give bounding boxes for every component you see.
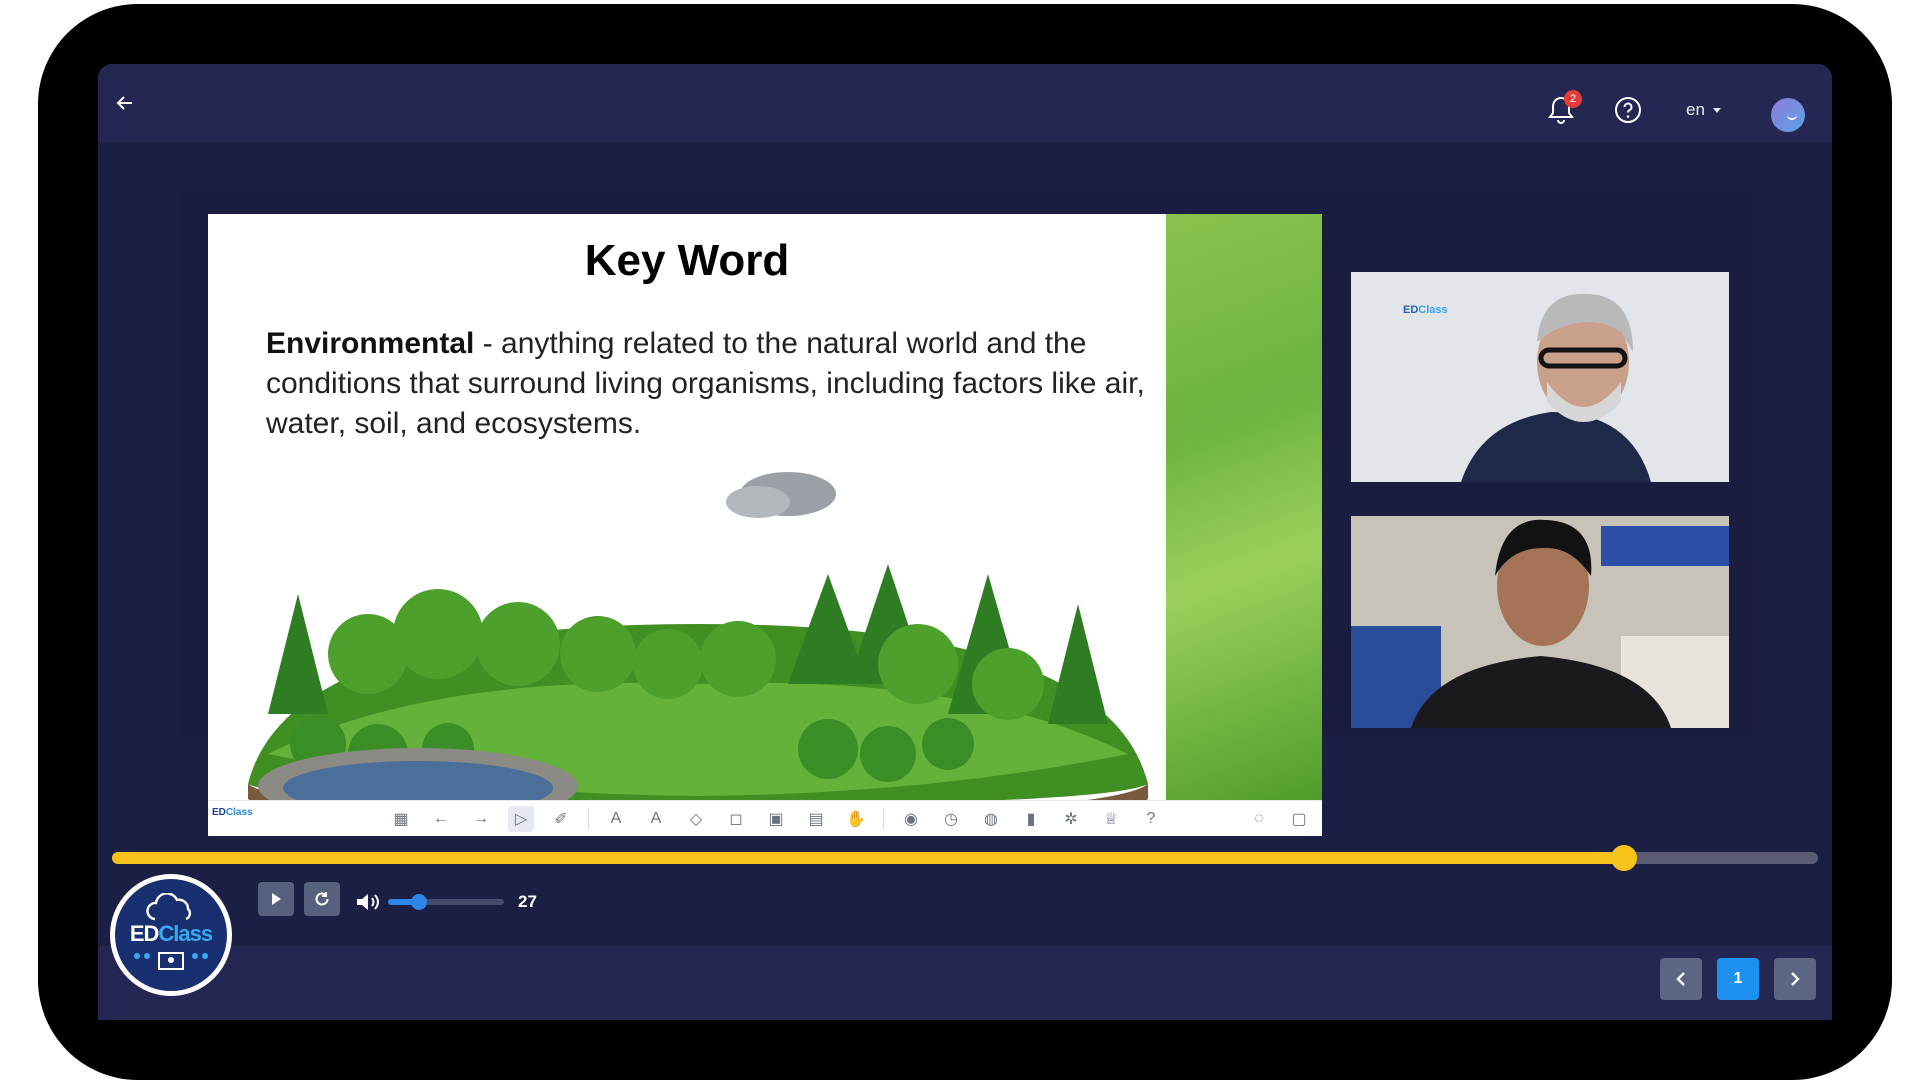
undo-arrow-icon[interactable]: ← <box>428 806 454 832</box>
chevron-down-icon <box>1712 107 1721 113</box>
volume-value: 27 <box>518 892 537 911</box>
hand-icon[interactable]: ✋ <box>843 806 869 832</box>
help-icon[interactable] <box>1614 96 1642 124</box>
definition-term: Environmental <box>266 327 475 360</box>
brand-text: EDClass <box>115 921 227 947</box>
back-arrow-icon <box>116 96 132 110</box>
chart-icon[interactable]: ▮ <box>1018 806 1044 832</box>
volume-icon[interactable] <box>354 890 382 914</box>
pen-icon[interactable]: A <box>603 806 629 832</box>
mini-logo-ed: ED <box>212 807 226 818</box>
replay-button[interactable] <box>304 882 340 916</box>
language-selector[interactable]: en <box>1686 100 1721 120</box>
grid-icon[interactable]: ▦ <box>388 806 414 832</box>
wheel-icon[interactable]: ✲ <box>1058 806 1084 832</box>
slide-toolbar: EDClass ▦ ← → ▷ ✐ A A ◇ ◻ ▣ ▤ ✋ ◉ ◷ ◍ ▮ … <box>208 800 1322 836</box>
video-logo-class: Class <box>1418 304 1448 316</box>
brand-ed: ED <box>129 921 160 946</box>
help-circle-icon[interactable]: ? <box>1138 806 1164 832</box>
user-avatar[interactable] <box>1771 98 1805 132</box>
toolbar-divider <box>588 808 589 830</box>
text-icon[interactable]: ▣ <box>763 806 789 832</box>
cloud-icon <box>146 893 192 921</box>
back-button[interactable] <box>108 86 142 120</box>
present-icon[interactable]: ▢ <box>1286 806 1312 832</box>
playback-progress-fill <box>112 852 1624 864</box>
video-logo-ed: ED <box>1403 304 1419 316</box>
student-silhouette <box>1351 516 1729 728</box>
eraser-icon[interactable]: ◇ <box>683 806 709 832</box>
mini-logo-class: Class <box>225 807 253 818</box>
previous-page-button[interactable] <box>1660 958 1702 1000</box>
current-page-button[interactable]: 1 <box>1717 958 1759 1000</box>
slide-definition: Environmental - anything related to the … <box>266 324 1146 444</box>
brand-class: Class <box>158 921 213 946</box>
trophy-icon[interactable]: ♕ <box>1098 806 1124 832</box>
lesson-slide: Key Word Environmental - anything relate… <box>208 214 1322 836</box>
shapes-icon[interactable]: ◻ <box>723 806 749 832</box>
ai-icon[interactable]: ◉ <box>898 806 924 832</box>
highlighter-icon[interactable]: A <box>643 806 669 832</box>
teacher-video-tile[interactable]: EDClass <box>1351 272 1729 482</box>
bottom-bar <box>98 946 1832 1020</box>
board-icon[interactable]: ▤ <box>803 806 829 832</box>
volume-slider[interactable] <box>388 894 504 910</box>
student-video-tile[interactable] <box>1351 516 1729 728</box>
timer-icon[interactable]: ◷ <box>938 806 964 832</box>
playback-progress-bar[interactable] <box>112 845 1818 871</box>
laser-icon[interactable]: ✐ <box>548 806 574 832</box>
play-button[interactable] <box>258 882 294 916</box>
chevron-left-icon <box>1676 972 1685 986</box>
notification-badge: 2 <box>1564 90 1582 108</box>
edclass-brand-logo: EDClass <box>110 874 232 996</box>
toolbar-divider <box>883 808 884 830</box>
slide-title: Key Word <box>584 236 790 285</box>
forest-island-illustration <box>248 472 1148 814</box>
browser-icon[interactable]: ◍ <box>978 806 1004 832</box>
hide-icon[interactable]: ◌ <box>1246 806 1272 832</box>
play-icon <box>272 893 281 905</box>
top-bar: 2 en <box>98 64 1832 142</box>
tool-group: ▦ ← → ▷ ✐ A A ◇ ◻ ▣ ▤ ✋ ◉ ◷ ◍ ▮ ✲ ♕ ? <box>388 801 1164 836</box>
people-icon <box>134 952 208 970</box>
video-edclass-logo: EDClass <box>1403 304 1448 316</box>
language-label: en <box>1686 100 1705 119</box>
right-tool-group: ◌ ▢ <box>1246 801 1312 836</box>
next-page-button[interactable] <box>1774 958 1816 1000</box>
mini-edclass-logo: EDClass <box>212 807 253 818</box>
refresh-icon <box>315 892 329 906</box>
chevron-right-icon <box>1791 972 1800 986</box>
redo-arrow-icon[interactable]: → <box>468 806 494 832</box>
playback-progress-thumb[interactable] <box>1610 845 1637 871</box>
pointer-icon[interactable]: ▷ <box>508 806 534 832</box>
slide-green-band <box>1166 214 1322 800</box>
